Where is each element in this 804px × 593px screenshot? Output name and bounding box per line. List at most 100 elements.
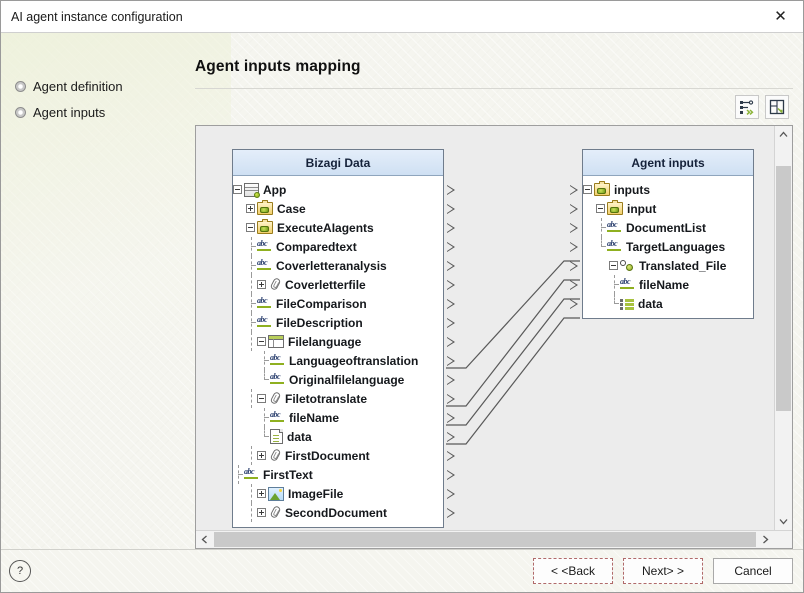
tree-row[interactable]: ExecuteAIagents	[233, 218, 455, 237]
connector-port[interactable]	[570, 298, 578, 309]
chevron-up-icon	[779, 131, 788, 137]
connector-port[interactable]	[447, 374, 455, 385]
connector-port[interactable]	[447, 355, 455, 366]
canvas-vertical-scrollbar[interactable]	[774, 126, 792, 530]
scroll-down-button[interactable]	[775, 513, 792, 530]
tree-row[interactable]: Translated_File	[570, 256, 753, 275]
collapse-icon[interactable]	[596, 204, 605, 213]
tree-row[interactable]: FileComparison	[233, 294, 455, 313]
collapse-icon[interactable]	[609, 261, 618, 270]
canvas-horizontal-scroll-thumb[interactable]	[214, 532, 756, 547]
help-icon[interactable]: ?	[9, 560, 31, 582]
tree-row[interactable]: Originalfilelanguage	[233, 370, 455, 389]
tree-guide-line	[609, 294, 620, 313]
tree-row[interactable]: data	[570, 294, 753, 313]
tree-row[interactable]: Case	[233, 199, 455, 218]
connector-port[interactable]	[447, 469, 455, 480]
connector-port[interactable]	[570, 279, 578, 290]
connector-port[interactable]	[447, 184, 455, 195]
connector-port[interactable]	[570, 241, 578, 252]
bizagi-data-panel-header: Bizagi Data	[233, 150, 443, 176]
clip-icon	[268, 278, 281, 292]
tree-row[interactable]: data	[233, 427, 455, 446]
tree-row[interactable]: Filelanguage	[233, 332, 455, 351]
abc-icon	[620, 277, 635, 290]
tree-row-label: FileComparison	[276, 296, 367, 311]
tree-row-label: Filetotranslate	[285, 391, 368, 406]
connector-port[interactable]	[447, 393, 455, 404]
connector-port[interactable]	[447, 412, 455, 423]
scroll-right-button[interactable]	[757, 532, 774, 547]
connector-port[interactable]	[447, 222, 455, 233]
tree-row[interactable]: Comparedtext	[233, 237, 455, 256]
cancel-button[interactable]: Cancel	[713, 558, 793, 584]
tree-guide-line	[246, 446, 257, 465]
tree-row[interactable]: FirstDocument	[233, 446, 455, 465]
tree-row[interactable]: fileName	[570, 275, 753, 294]
tree-row[interactable]: fileName	[233, 408, 455, 427]
expand-icon[interactable]	[246, 204, 255, 213]
expand-icon[interactable]	[257, 451, 266, 460]
collapse-icon[interactable]	[257, 394, 266, 403]
connector-port[interactable]	[447, 241, 455, 252]
agent-inputs-tree[interactable]: inputs input DocumentList TargetLanguages Tr…	[570, 176, 753, 318]
tree-row-label: fileName	[289, 410, 340, 425]
connector-port[interactable]	[447, 336, 455, 347]
tree-guide-line	[246, 332, 257, 351]
tree-row[interactable]: Coverletteranalysis	[233, 256, 455, 275]
tree-row[interactable]: inputs	[570, 180, 753, 199]
collapse-icon[interactable]	[257, 337, 266, 346]
collapse-icon[interactable]	[583, 185, 592, 194]
connector-port[interactable]	[447, 450, 455, 461]
canvas-horizontal-scrollbar[interactable]	[196, 530, 792, 548]
connector-port[interactable]	[447, 431, 455, 442]
tree-row[interactable]: Languageoftranslation	[233, 351, 455, 370]
tree-row[interactable]: FileDescription	[233, 313, 455, 332]
abc-icon	[257, 258, 272, 271]
connector-port[interactable]	[447, 317, 455, 328]
connector-port[interactable]	[447, 260, 455, 271]
scroll-left-button[interactable]	[196, 532, 213, 547]
bizagi-data-tree[interactable]: App Case ExecuteAIagents Comparedtext Coverl…	[233, 176, 455, 527]
tree-row[interactable]: Filetotranslate	[233, 389, 455, 408]
tree-guide-line	[596, 218, 607, 237]
connector-port[interactable]	[570, 222, 578, 233]
auto-map-button[interactable]	[735, 95, 759, 119]
collapse-icon[interactable]	[246, 223, 255, 232]
tree-row[interactable]: App	[233, 180, 455, 199]
connector-port[interactable]	[447, 203, 455, 214]
tree-guide-line	[259, 427, 270, 446]
sidebar-item-agent-inputs[interactable]: Agent inputs	[1, 99, 191, 125]
tree-row-label: FileDescription	[276, 315, 363, 330]
expand-icon[interactable]	[257, 489, 266, 498]
scroll-up-button[interactable]	[775, 126, 792, 143]
connector-port[interactable]	[570, 203, 578, 214]
tree-guide-line	[246, 389, 257, 408]
tree-row[interactable]: TargetLanguages	[570, 237, 753, 256]
chevron-left-icon	[201, 535, 207, 544]
connector-port[interactable]	[570, 260, 578, 271]
arrange-layout-button[interactable]	[765, 95, 789, 119]
canvas-vertical-scroll-thumb[interactable]	[776, 166, 791, 411]
expand-icon[interactable]	[257, 280, 266, 289]
close-icon[interactable]: ✕	[758, 1, 803, 31]
tree-row-label: inputs	[614, 182, 650, 197]
connector-port[interactable]	[570, 184, 578, 195]
connector-port[interactable]	[447, 298, 455, 309]
connector-port[interactable]	[447, 507, 455, 518]
tree-row[interactable]: DocumentList	[570, 218, 753, 237]
next-button[interactable]: Next> >	[623, 558, 703, 584]
abc-icon	[257, 239, 272, 252]
connector-port[interactable]	[447, 279, 455, 290]
tree-row[interactable]: ImageFile	[233, 484, 455, 503]
tree-row[interactable]: SecondDocument	[233, 503, 455, 522]
collapse-icon[interactable]	[233, 185, 242, 194]
back-button[interactable]: < <Back	[533, 558, 613, 584]
expand-icon[interactable]	[257, 508, 266, 517]
connector-port[interactable]	[447, 488, 455, 499]
sidebar-item-agent-definition[interactable]: Agent definition	[1, 73, 191, 99]
abc-icon	[270, 410, 285, 423]
tree-row[interactable]: FirstText	[233, 465, 455, 484]
tree-row[interactable]: Coverletterfile	[233, 275, 455, 294]
tree-row[interactable]: input	[570, 199, 753, 218]
